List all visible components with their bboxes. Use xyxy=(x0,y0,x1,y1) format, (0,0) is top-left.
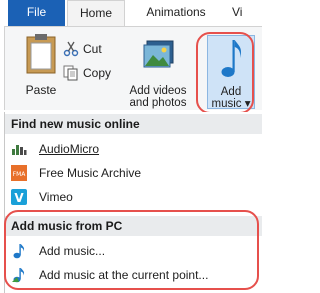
paste-button[interactable]: Paste xyxy=(19,31,63,101)
ribbon-tab-strip: File Home Animations Vi xyxy=(0,0,262,26)
svg-text:FMA: FMA xyxy=(13,171,27,178)
copy-button[interactable]: Copy xyxy=(63,65,111,81)
tab-home[interactable]: Home xyxy=(67,0,125,26)
fma-icon: FMA xyxy=(11,165,27,181)
cut-label: Cut xyxy=(83,42,102,56)
menu-item-label: AudioMicro xyxy=(39,142,100,156)
menu-item-vimeo[interactable]: V Vimeo xyxy=(5,186,262,208)
group-header-online: Find new music online xyxy=(5,114,262,134)
paste-label: Paste xyxy=(25,83,57,97)
clipboard-icon xyxy=(26,34,56,74)
tab-file[interactable]: File xyxy=(8,0,65,26)
menu-item-audiomicro[interactable]: AudioMicro xyxy=(5,138,262,160)
audiomicro-icon xyxy=(12,145,27,155)
photo-video-icon xyxy=(143,40,174,68)
cut-button[interactable]: Cut xyxy=(63,41,102,57)
copy-label: Copy xyxy=(83,66,112,80)
menu-item-label: Free Music Archive xyxy=(39,166,142,180)
scissors-icon xyxy=(63,41,79,57)
vimeo-icon: V xyxy=(11,189,27,205)
tab-visual-effects[interactable]: Vi xyxy=(232,0,272,26)
copy-icon xyxy=(63,65,78,81)
add-videos-label-line2: and photos xyxy=(129,97,187,109)
add-videos-and-photos-button[interactable]: Add videos and photos xyxy=(127,35,189,109)
svg-text:V: V xyxy=(14,191,24,205)
highlight-oval-add-music-from-pc xyxy=(4,210,259,290)
add-videos-label: Add videos and photos xyxy=(127,85,189,109)
highlight-oval-add-music xyxy=(196,32,254,114)
menu-item-free-music-archive[interactable]: FMA Free Music Archive xyxy=(5,162,262,184)
tab-animations[interactable]: Animations xyxy=(131,0,221,26)
add-videos-label-line1: Add videos xyxy=(129,85,187,97)
menu-item-label: Vimeo xyxy=(39,190,73,204)
